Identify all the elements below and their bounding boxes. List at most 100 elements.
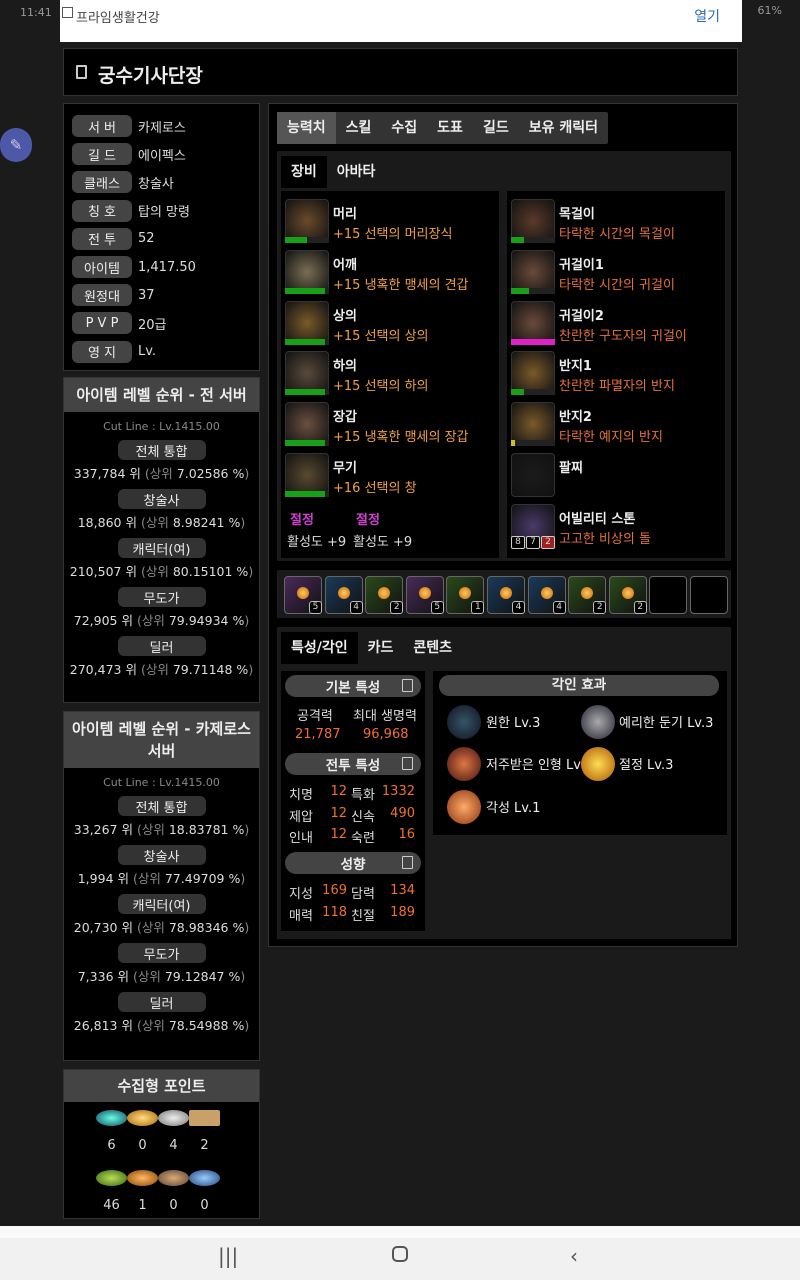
stat-value: 1332 xyxy=(381,784,415,799)
engraving-5: 각성 Lv.1 xyxy=(486,801,541,816)
rank-value: 7,336 위 (상위 79.12847 %) xyxy=(64,966,259,985)
gem-slot[interactable]: 4 xyxy=(527,576,566,614)
subtab-0[interactable]: 장비 xyxy=(281,156,327,188)
equipment-slot: 목걸이 xyxy=(559,207,595,222)
gem-slot[interactable]: 4 xyxy=(487,576,525,614)
rank-prefix: (상위 xyxy=(136,613,165,628)
gem-slot[interactable]: 5 xyxy=(405,576,444,614)
gem-slot[interactable] xyxy=(649,576,688,614)
giant-heart-icon xyxy=(158,1110,189,1126)
rank-percent: 7.02586 % xyxy=(176,466,245,481)
engraving-3: 저주받은 인형 Lv xyxy=(486,758,581,773)
info-value: 카제로스 xyxy=(138,120,186,136)
gem-level: 5 xyxy=(309,601,322,614)
gem-level: 2 xyxy=(593,601,607,614)
tab-4[interactable]: 길드 xyxy=(473,112,519,144)
stone-level: 7 xyxy=(526,536,540,549)
info-label: 칭 호 xyxy=(72,199,132,222)
gem-slot[interactable]: 2 xyxy=(568,576,607,614)
tendency-title: 성향 xyxy=(340,857,366,873)
rank-category[interactable]: 전체 통합 xyxy=(117,440,206,460)
rank-category[interactable]: 딜러 xyxy=(117,636,206,656)
recent-apps-icon[interactable]: ||| xyxy=(218,1244,238,1268)
gem-slot[interactable]: 5 xyxy=(284,576,322,614)
open-button[interactable]: 열기 xyxy=(694,6,720,26)
tendency-header[interactable]: 성향 xyxy=(285,852,421,874)
gem-icon xyxy=(540,587,553,599)
equipment-name: 타락한 시간의 목걸이 xyxy=(559,227,675,242)
quality-bar xyxy=(511,440,555,447)
info-row: 아이템 1,417.50 xyxy=(72,256,196,278)
stat-name: 신속 xyxy=(351,809,375,825)
leaf-icon xyxy=(189,1170,220,1186)
gem-slot[interactable]: 4 xyxy=(324,576,363,614)
equipment-slot: 무기 xyxy=(333,461,357,476)
document-icon xyxy=(402,757,413,770)
tab-3[interactable]: 도표 xyxy=(427,112,473,144)
rank-category[interactable]: 캐릭터(여) xyxy=(117,894,206,914)
rank-prefix: (상위 xyxy=(140,564,169,579)
back-icon[interactable]: ‹ xyxy=(570,1244,578,1268)
atk-value: 21,787 xyxy=(295,727,341,742)
mokoko-seed-icon xyxy=(96,1170,127,1186)
ad-banner[interactable]: 프라임생활건강 열기 xyxy=(60,0,742,42)
home-icon[interactable] xyxy=(392,1246,408,1262)
trait-tab-1[interactable]: 카드 xyxy=(358,632,404,664)
rank-percent: 79.71148 % xyxy=(172,662,249,677)
rank-category[interactable]: 전체 통합 xyxy=(117,796,206,816)
info-label: 전 투 xyxy=(72,227,132,250)
basic-stats-header[interactable]: 기본 특성 xyxy=(285,675,421,697)
info-value: 에이펙스 xyxy=(138,148,186,164)
rank-number: 33,267 위 xyxy=(73,822,133,837)
rank-category[interactable]: 캐릭터(여) xyxy=(117,538,206,558)
tab-1[interactable]: 스킬 xyxy=(336,112,382,144)
traits-section: 특성/각인 카드 콘텐츠 기본 특성 공격력 최대 생명력 21,787 96,96… xyxy=(277,627,731,939)
rank-category[interactable]: 무도가 xyxy=(117,587,206,607)
gem-level: 2 xyxy=(633,601,647,614)
collection-count: 2 xyxy=(200,1138,209,1153)
equipment-icon[interactable] xyxy=(511,453,555,497)
gem-level: 2 xyxy=(390,601,404,614)
edit-pencil-button[interactable]: ✎ xyxy=(0,128,32,162)
stat-name: 치명 xyxy=(289,788,313,803)
quality-bar xyxy=(511,389,555,396)
collection-count: 4 xyxy=(169,1138,178,1153)
gem-icon xyxy=(581,587,594,599)
equipment-name: 고고한 비상의 돌 xyxy=(559,531,651,547)
gem-slot[interactable]: 1 xyxy=(446,576,485,614)
info-label: 클래스 xyxy=(72,171,132,194)
climax-engraving-icon xyxy=(581,747,615,781)
engraving-title: 각인 효과 xyxy=(439,675,719,696)
info-label: 길 드 xyxy=(72,143,132,166)
info-row: P V P 20급 xyxy=(72,312,167,335)
info-value: Lv. xyxy=(138,344,157,360)
rank-category[interactable]: 창술사 xyxy=(117,845,206,865)
voyage-icon xyxy=(127,1170,158,1186)
character-header: 궁수기사단장 xyxy=(63,48,738,96)
rank-value: 337,784 위 (상위 7.02586 %) xyxy=(64,463,259,482)
subtab-1[interactable]: 아바타 xyxy=(327,156,386,188)
character-name: 궁수기사단장 xyxy=(98,65,203,87)
combat-stats-header[interactable]: 전투 특성 xyxy=(285,753,421,775)
tab-0[interactable]: 능력치 xyxy=(277,112,336,144)
gem-slot[interactable]: 2 xyxy=(365,576,404,614)
cursed-doll-engraving-icon xyxy=(447,747,481,781)
tab-2[interactable]: 수집 xyxy=(381,112,427,144)
combat-stats-title: 전투 특성 xyxy=(325,758,381,774)
gem-slot[interactable]: 2 xyxy=(608,576,647,614)
rank-category[interactable]: 딜러 xyxy=(117,992,206,1012)
stat-value: 12 xyxy=(330,784,347,799)
elixir-label: 절정 xyxy=(290,513,314,528)
ad-title: 프라임생활건강 xyxy=(76,11,160,26)
equipment-slot: 장갑 xyxy=(333,410,357,426)
tab-5[interactable]: 보유 캐릭터 xyxy=(519,112,608,144)
rank-value: 26,813 위 (상위 78.54988 %) xyxy=(64,1015,259,1034)
rank-category[interactable]: 무도가 xyxy=(117,943,206,963)
rank-percent: 77.49709 % xyxy=(164,871,241,886)
gem-slot[interactable] xyxy=(690,576,728,614)
trait-tab-2[interactable]: 콘텐츠 xyxy=(403,632,462,664)
trait-tab-0[interactable]: 특성/각인 xyxy=(281,632,358,664)
rank-suffix: ) xyxy=(244,920,250,935)
rank-prefix: (상위 xyxy=(136,1018,165,1033)
rank-category[interactable]: 창술사 xyxy=(117,489,206,509)
